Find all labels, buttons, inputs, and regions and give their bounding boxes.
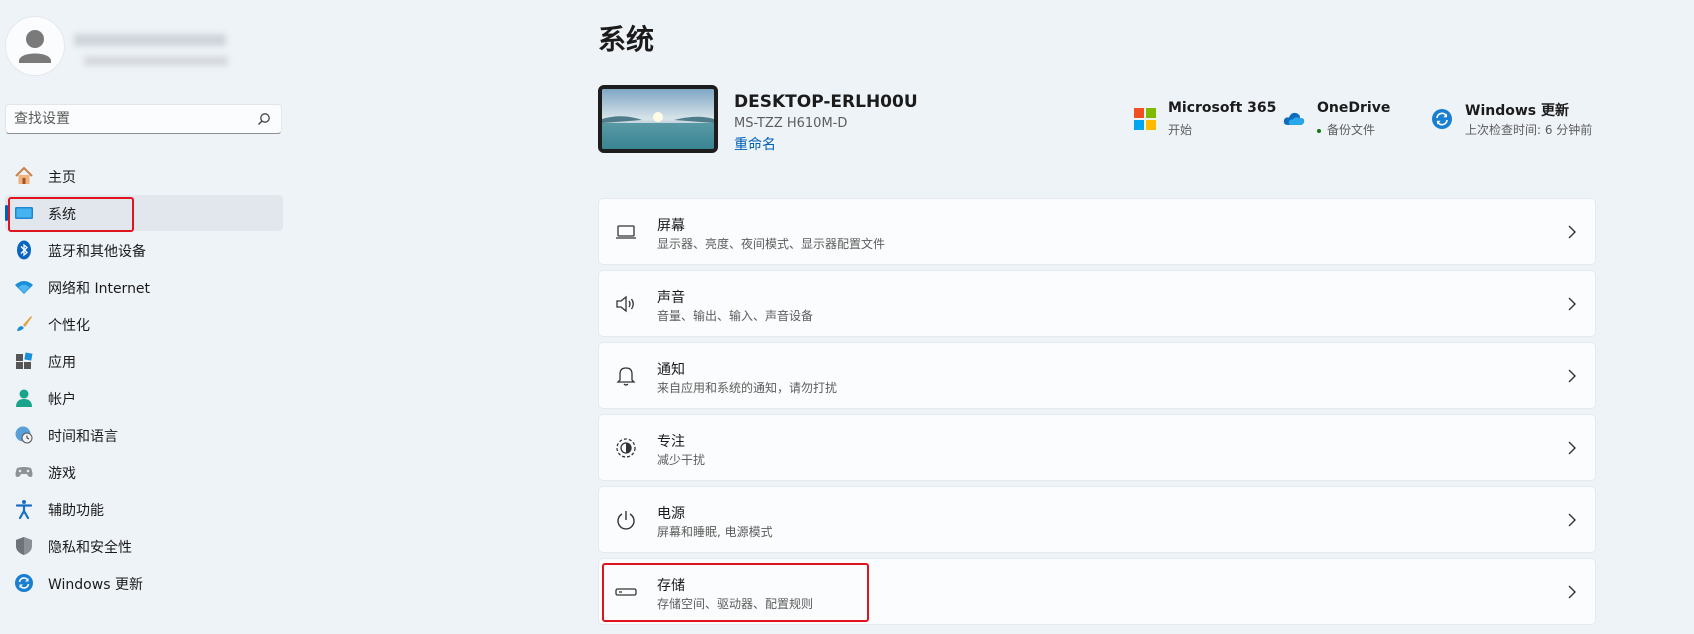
chevron-right-icon bbox=[1568, 297, 1576, 311]
card-title: 声音 bbox=[657, 290, 685, 306]
sidebar-item-personalization[interactable]: 个性化 bbox=[5, 306, 283, 342]
sidebar-item-label: 游戏 bbox=[48, 466, 76, 482]
sidebar-item-accessibility[interactable]: 辅助功能 bbox=[5, 491, 283, 527]
sidebar-item-gaming[interactable]: 游戏 bbox=[5, 454, 283, 490]
speaker-icon bbox=[616, 295, 634, 313]
windows-update-icon bbox=[15, 574, 33, 592]
sidebar-item-label: 应用 bbox=[48, 355, 76, 371]
card-title: 屏幕 bbox=[657, 218, 685, 234]
card-title: 专注 bbox=[657, 434, 685, 450]
quick-link-subtitle-text: 备份文件 bbox=[1327, 123, 1376, 137]
sidebar-item-label: 帐户 bbox=[48, 392, 76, 408]
sidebar-item-privacy[interactable]: 隐私和安全性 bbox=[5, 528, 283, 564]
sidebar-item-label: 隐私和安全性 bbox=[48, 540, 132, 556]
sidebar-item-windows-update[interactable]: Windows 更新 bbox=[5, 565, 283, 601]
settings-card-notifications[interactable]: 通知 来自应用和系统的通知，请勿打扰 bbox=[598, 342, 1596, 409]
settings-card-storage[interactable]: 存储 存储空间、驱动器、配置规则 bbox=[598, 558, 1596, 625]
settings-card-power[interactable]: 电源 屏幕和睡眠, 电源模式 bbox=[598, 486, 1596, 553]
chevron-right-icon bbox=[1568, 441, 1576, 455]
sidebar-item-accounts[interactable]: 帐户 bbox=[5, 380, 283, 416]
sidebar-item-system[interactable]: 系统 bbox=[5, 195, 283, 231]
card-subtitle: 屏幕和睡眠, 电源模式 bbox=[657, 525, 773, 539]
rename-device-link[interactable]: 重命名 bbox=[734, 134, 776, 154]
card-subtitle: 显示器、亮度、夜间模式、显示器配置文件 bbox=[657, 237, 886, 251]
quick-link-onedrive[interactable]: OneDrive 备份文件 bbox=[1283, 100, 1413, 140]
device-model: MS-TZZ H610M-D bbox=[734, 116, 848, 131]
sidebar-item-label: 个性化 bbox=[48, 318, 90, 334]
account-icon bbox=[16, 389, 32, 407]
user-avatar[interactable] bbox=[5, 16, 65, 76]
focus-icon bbox=[616, 438, 636, 458]
settings-search-box[interactable] bbox=[5, 104, 282, 134]
storage-icon bbox=[615, 588, 637, 596]
chevron-right-icon bbox=[1568, 513, 1576, 527]
person-icon bbox=[19, 30, 51, 63]
card-subtitle: 来自应用和系统的通知，请勿打扰 bbox=[657, 381, 838, 395]
sidebar-item-home[interactable]: 主页 bbox=[5, 158, 283, 194]
brush-icon bbox=[17, 316, 32, 331]
sidebar-item-label: 辅助功能 bbox=[48, 503, 104, 519]
power-icon bbox=[617, 511, 635, 530]
quick-link-subtitle: 上次检查时间: 6 分钟前 bbox=[1465, 123, 1593, 137]
card-title: 电源 bbox=[657, 506, 685, 522]
quick-link-title: OneDrive bbox=[1317, 100, 1391, 116]
bluetooth-icon bbox=[17, 240, 31, 260]
page-title: 系统 bbox=[598, 23, 655, 56]
chevron-right-icon bbox=[1568, 369, 1576, 383]
windows-update-icon bbox=[1432, 109, 1452, 129]
settings-card-focus[interactable]: 专注 减少干扰 bbox=[598, 414, 1596, 481]
time-language-icon bbox=[15, 426, 33, 444]
bell-icon bbox=[616, 367, 636, 386]
card-subtitle: 音量、输出、输入、声音设备 bbox=[657, 309, 814, 323]
settings-card-sound[interactable]: 声音 音量、输出、输入、声音设备 bbox=[598, 270, 1596, 337]
sidebar-item-apps[interactable]: 应用 bbox=[5, 343, 283, 379]
sidebar-item-bluetooth[interactable]: 蓝牙和其他设备 bbox=[5, 232, 283, 268]
quick-link-windows-update[interactable]: Windows 更新 上次检查时间: 6 分钟前 bbox=[1431, 100, 1601, 140]
selection-indicator bbox=[5, 205, 8, 221]
quick-link-microsoft-365[interactable]: Microsoft 365 开始 bbox=[1134, 100, 1277, 140]
quick-link-title: Microsoft 365 bbox=[1168, 100, 1277, 116]
card-title: 通知 bbox=[657, 362, 685, 378]
sidebar-item-network[interactable]: 网络和 Internet bbox=[5, 269, 283, 305]
onedrive-icon bbox=[1283, 112, 1305, 125]
sidebar-item-label: 蓝牙和其他设备 bbox=[48, 244, 146, 260]
search-icon[interactable] bbox=[257, 112, 271, 126]
sidebar-item-label: 系统 bbox=[48, 207, 76, 223]
sidebar-item-time-language[interactable]: 时间和语言 bbox=[5, 417, 283, 453]
card-subtitle: 减少干扰 bbox=[657, 453, 706, 467]
quick-link-title: Windows 更新 bbox=[1465, 103, 1569, 119]
card-title: 存储 bbox=[657, 578, 685, 594]
blurred-user-email bbox=[84, 56, 228, 66]
sidebar-item-label: 网络和 Internet bbox=[48, 281, 151, 297]
sidebar-item-label: 主页 bbox=[48, 170, 76, 186]
accessibility-icon bbox=[15, 500, 33, 519]
chevron-right-icon bbox=[1568, 585, 1576, 599]
card-subtitle: 存储空间、驱动器、配置规则 bbox=[657, 597, 814, 611]
home-icon bbox=[15, 166, 33, 184]
gamepad-icon bbox=[15, 467, 33, 477]
quick-link-subtitle: 开始 bbox=[1168, 123, 1193, 137]
system-display-icon bbox=[15, 207, 33, 219]
sidebar-item-label: 时间和语言 bbox=[48, 429, 118, 445]
wifi-icon bbox=[15, 281, 33, 294]
status-dot bbox=[1317, 128, 1321, 133]
shield-icon bbox=[16, 537, 32, 555]
microsoft-365-icon bbox=[1134, 108, 1156, 130]
device-wallpaper-thumbnail bbox=[598, 85, 718, 153]
sidebar-item-label: Windows 更新 bbox=[48, 577, 143, 593]
apps-icon bbox=[16, 352, 33, 369]
settings-card-display[interactable]: 屏幕 显示器、亮度、夜间模式、显示器配置文件 bbox=[598, 198, 1596, 265]
device-name: DESKTOP-ERLH00U bbox=[734, 92, 918, 112]
quick-link-subtitle: 备份文件 bbox=[1317, 121, 1375, 138]
chevron-right-icon bbox=[1568, 225, 1576, 239]
monitor-icon bbox=[616, 225, 636, 239]
blurred-user-name bbox=[74, 34, 226, 46]
search-input[interactable] bbox=[14, 105, 244, 133]
